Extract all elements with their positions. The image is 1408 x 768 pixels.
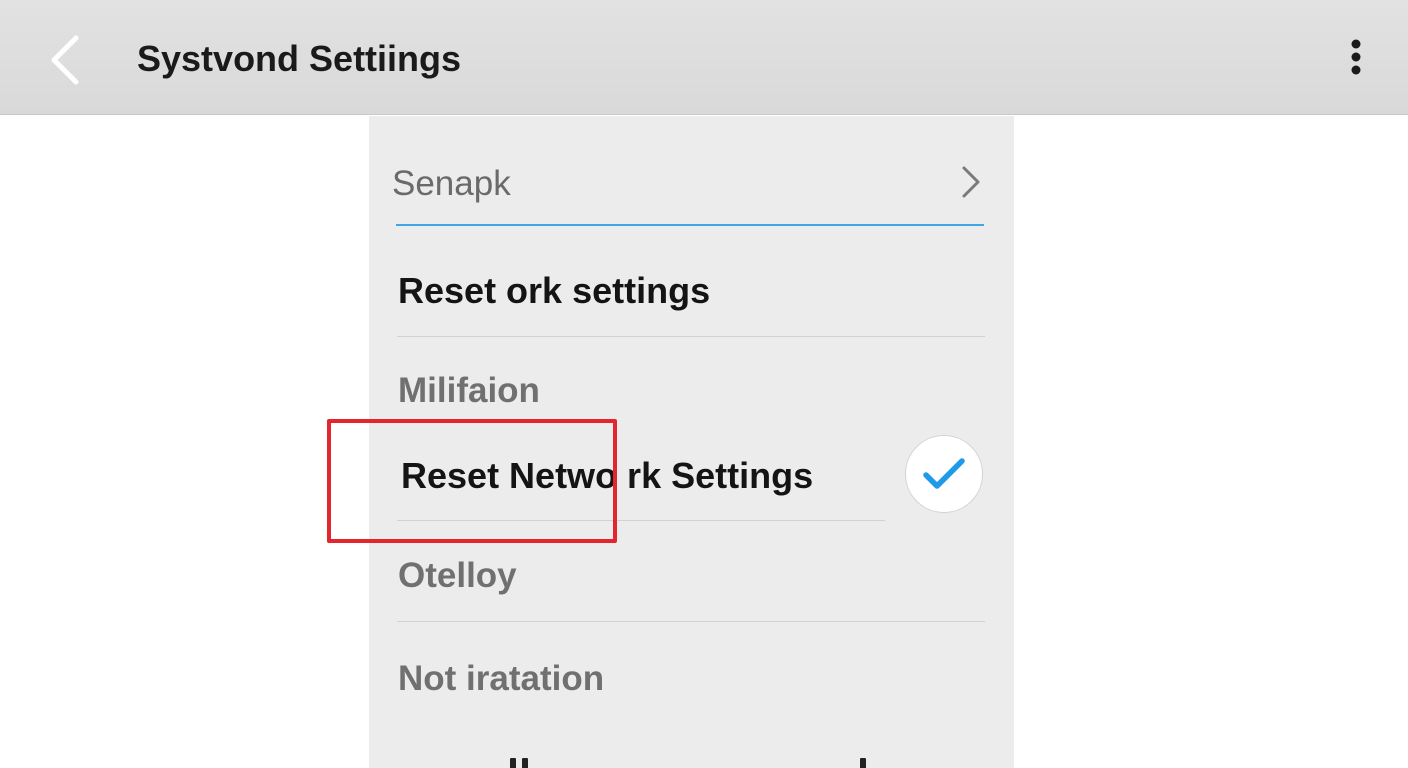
list-item-milifaion[interactable]: Milifaion bbox=[398, 371, 540, 411]
partial-list-item bbox=[398, 756, 878, 768]
divider bbox=[397, 621, 985, 622]
checkmark-icon bbox=[923, 458, 965, 489]
overflow-menu-button[interactable] bbox=[1330, 30, 1382, 88]
page-title: Systvond Settiings bbox=[137, 38, 462, 79]
selected-checkbox[interactable] bbox=[905, 435, 983, 513]
chevron-left-icon bbox=[51, 35, 79, 85]
divider bbox=[397, 520, 885, 521]
search-underline bbox=[396, 224, 984, 226]
list-item-reset-ork-settings[interactable]: Reset ork settings bbox=[398, 270, 710, 312]
search-text: Senapk bbox=[392, 164, 511, 203]
app-bar: Systvond Settiings bbox=[0, 0, 1408, 115]
list-item-not-iratation[interactable]: Not iratation bbox=[398, 659, 604, 699]
list-item-reset-network-settings[interactable]: Reset Netwo rk Settings bbox=[401, 455, 813, 497]
more-vertical-icon bbox=[1351, 39, 1361, 75]
list-item-otelloy[interactable]: Otelloy bbox=[398, 556, 517, 596]
chevron-right-icon bbox=[962, 166, 980, 198]
search-row[interactable]: Senapk bbox=[392, 150, 984, 226]
divider bbox=[397, 336, 985, 337]
back-button[interactable] bbox=[36, 30, 96, 90]
